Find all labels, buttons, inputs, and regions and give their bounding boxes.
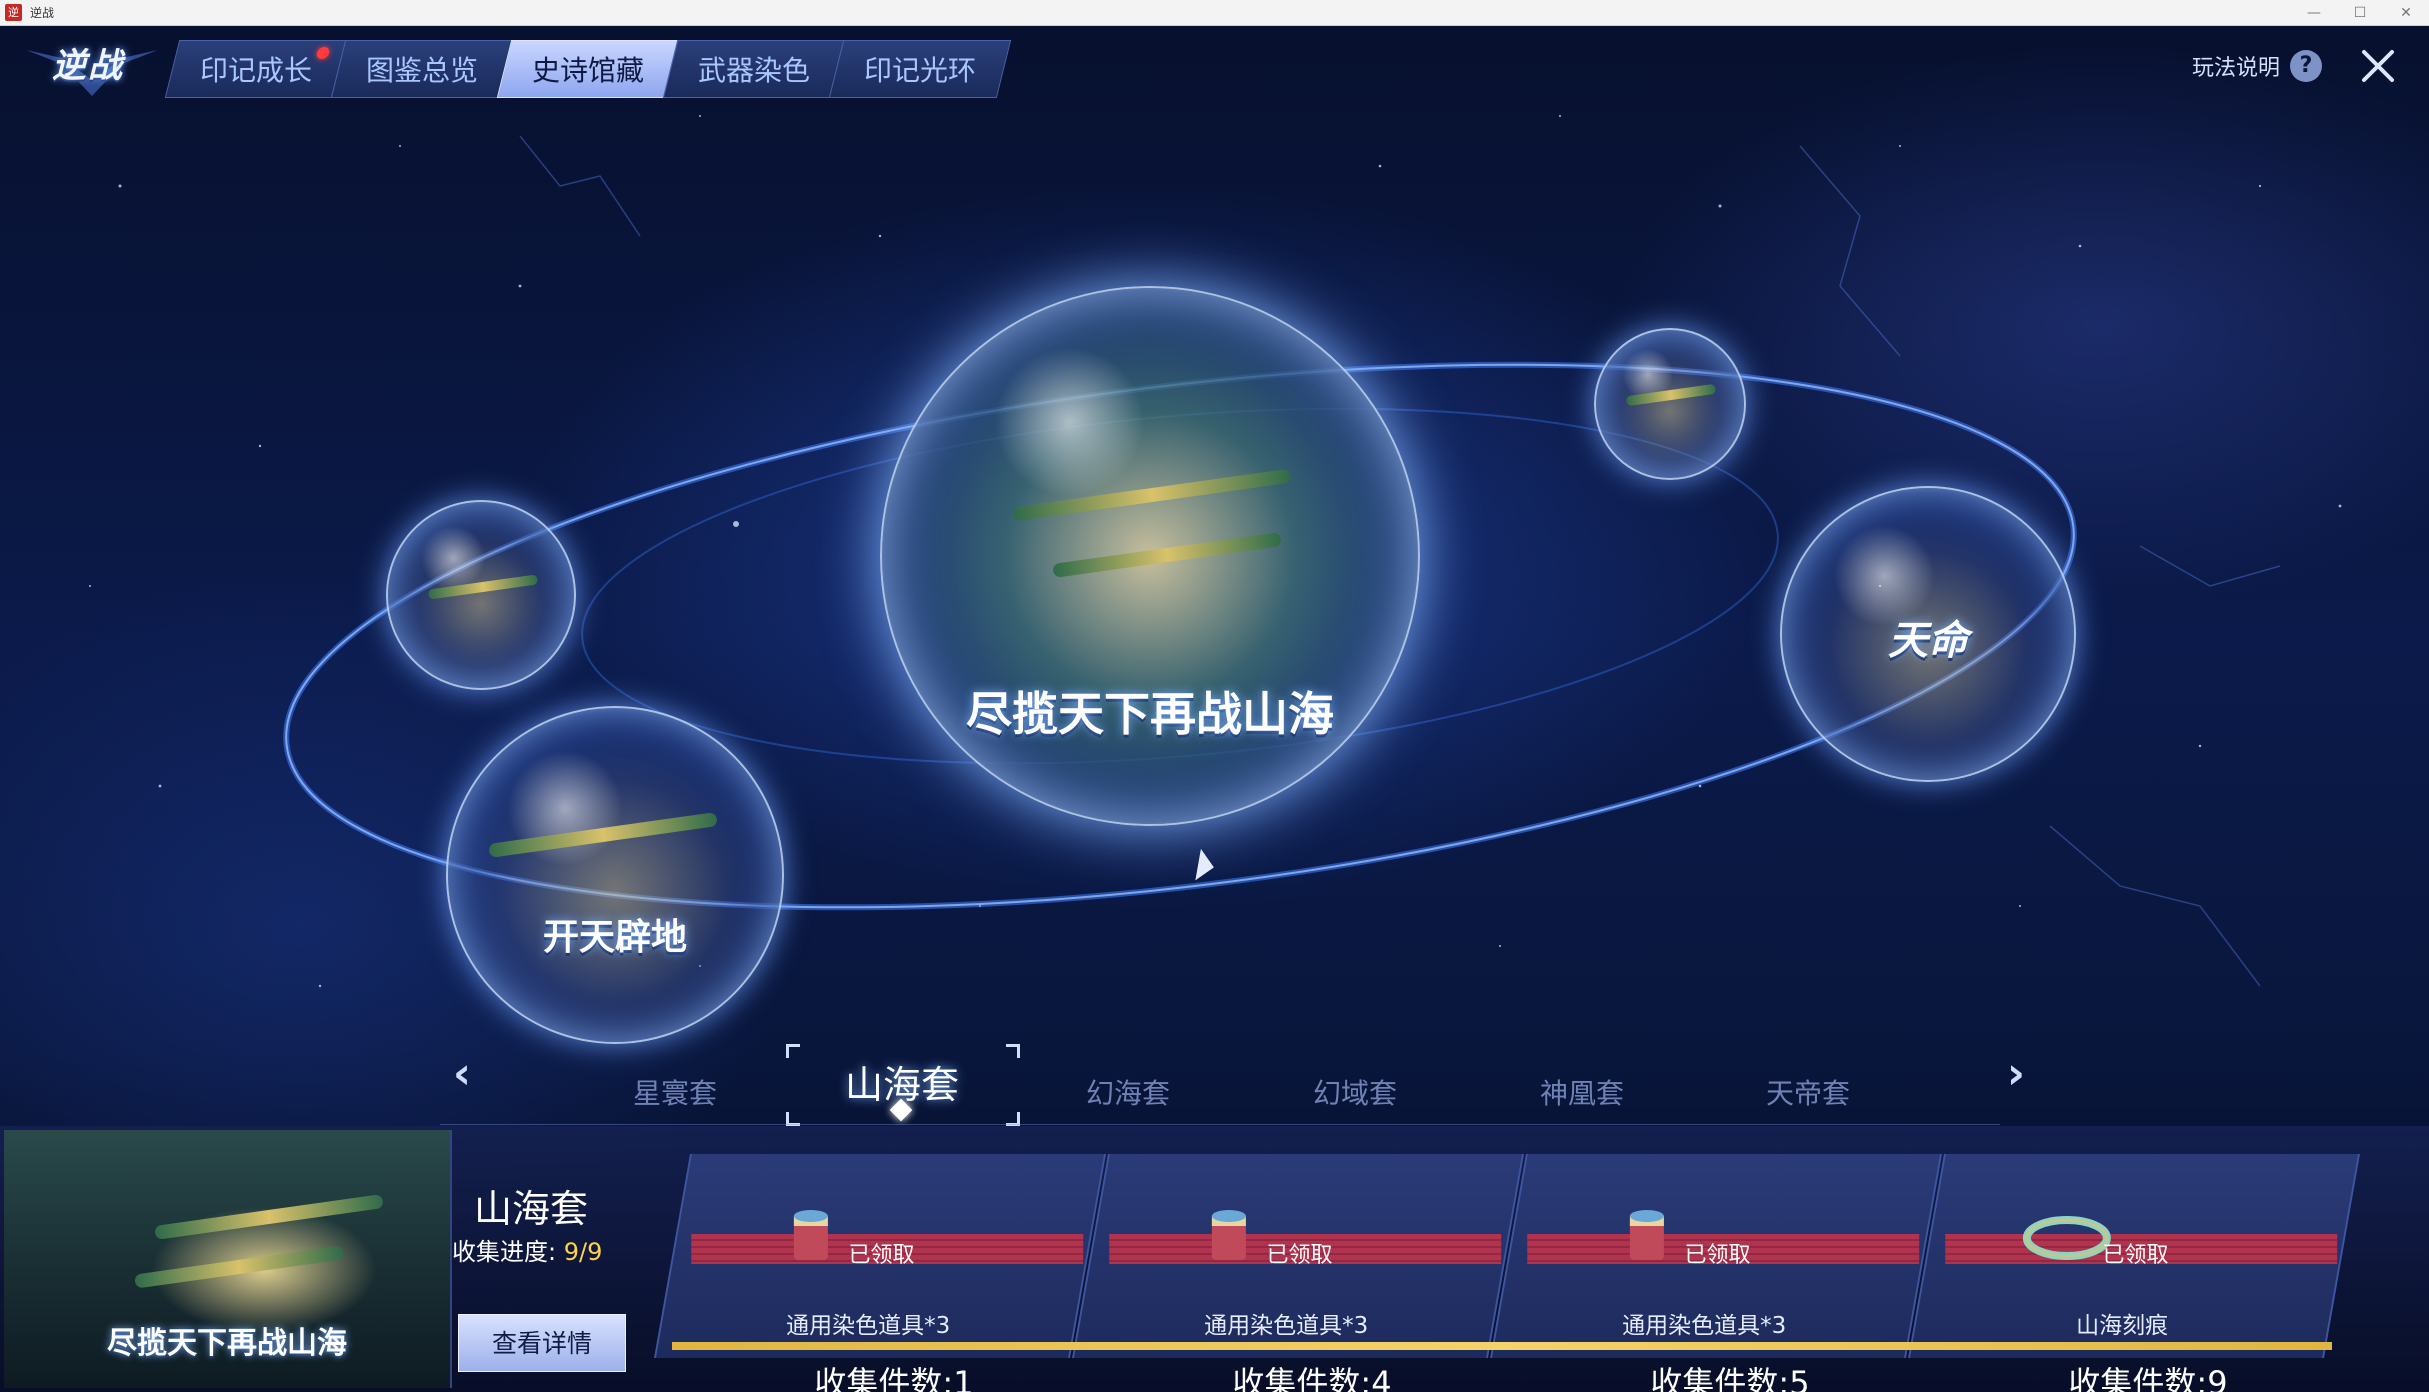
set-sphere-lower-left[interactable]: 开天辟地 bbox=[446, 706, 784, 1044]
claimed-status: 已领取 bbox=[1266, 1243, 1333, 1268]
minimize-button[interactable]: — bbox=[2291, 0, 2337, 26]
collection-count: 收集件数:9 bbox=[2068, 1364, 2228, 1392]
selector-divider bbox=[440, 1124, 2000, 1125]
featured-set-sphere[interactable]: 尽揽天下再战山海 bbox=[880, 286, 1420, 826]
collection-count: 收集件数:4 bbox=[1232, 1364, 1392, 1392]
set-selector: ‹ 星寰套 山海套 幻海套 幻域套 神凰套 天帝套 › bbox=[0, 1036, 2429, 1126]
weapon-art bbox=[154, 1194, 384, 1240]
weapon-art bbox=[488, 812, 718, 858]
sphere-caption: 开天辟地 bbox=[542, 917, 687, 958]
selection-bracket bbox=[1006, 1044, 1020, 1058]
set-tab-xinghuan[interactable]: 星寰套 bbox=[633, 1072, 717, 1112]
reward-card[interactable]: 已领取 通用染色道具*3 bbox=[654, 1154, 1106, 1358]
reward-card[interactable]: 已领取 通用染色道具*3 bbox=[1490, 1154, 1942, 1358]
weapon-art bbox=[1625, 383, 1717, 407]
window-titlebar: 逆 逆战 — ☐ ✕ bbox=[0, 0, 2429, 26]
weapon-art bbox=[427, 574, 539, 600]
selection-bracket bbox=[786, 1044, 800, 1058]
set-tab-tiandi[interactable]: 天帝套 bbox=[1766, 1072, 1850, 1112]
maximize-button[interactable]: ☐ bbox=[2337, 0, 2383, 26]
paint-bucket-icon bbox=[793, 1210, 828, 1260]
set-sphere-small-left[interactable] bbox=[386, 500, 576, 690]
view-details-button[interactable]: 查看详情 bbox=[458, 1314, 626, 1372]
jade-ring-icon bbox=[2022, 1216, 2111, 1260]
progress-label: 收集进度: bbox=[452, 1238, 557, 1266]
claimed-status: 已领取 bbox=[1684, 1243, 1751, 1268]
weapon-art bbox=[1012, 468, 1292, 522]
collection-count: 收集件数:5 bbox=[1650, 1364, 1810, 1392]
reward-card[interactable]: 已领取 山海刻痕 bbox=[1908, 1154, 2360, 1358]
set-tab-shenhuang[interactable]: 神凰套 bbox=[1540, 1072, 1624, 1112]
claimed-status: 已领取 bbox=[2102, 1243, 2169, 1268]
chevron-right-icon[interactable]: › bbox=[1996, 1052, 2036, 1096]
reward-card[interactable]: 已领取 通用染色道具*3 bbox=[1072, 1154, 1524, 1358]
window-close-button[interactable]: ✕ bbox=[2383, 0, 2429, 26]
reward-name: 通用染色道具*3 bbox=[1622, 1313, 1787, 1339]
set-name: 山海套 bbox=[474, 1187, 589, 1231]
window-controls: — ☐ ✕ bbox=[2291, 0, 2429, 26]
reward-name: 通用染色道具*3 bbox=[1204, 1313, 1369, 1339]
sphere-caption: 天命 bbox=[1888, 618, 1968, 664]
set-tab-huanyu[interactable]: 幻域套 bbox=[1313, 1072, 1397, 1112]
collection-count: 收集件数:1 bbox=[814, 1364, 974, 1392]
weapon-art bbox=[134, 1245, 344, 1289]
set-thumbnail: 尽揽天下再战山海 bbox=[4, 1130, 452, 1388]
collection-progress: 收集进度: 9/9 bbox=[452, 1232, 602, 1267]
reward-track: 已领取 通用染色道具*3 已领取 通用染色道具*3 已领取 通用染色道具*3 已… bbox=[654, 1154, 2372, 1364]
set-tab-huanhai[interactable]: 幻海套 bbox=[1086, 1072, 1170, 1112]
reward-name: 山海刻痕 bbox=[2076, 1313, 2169, 1339]
app-icon: 逆 bbox=[5, 4, 22, 21]
chevron-left-icon[interactable]: ‹ bbox=[442, 1052, 482, 1096]
set-sphere-small-right[interactable] bbox=[1594, 328, 1746, 480]
set-detail-panel: 尽揽天下再战山海 山海套 收集进度: 9/9 查看详情 已领取 通用染色道具*3 bbox=[0, 1126, 2429, 1392]
thumbnail-caption: 尽揽天下再战山海 bbox=[107, 1326, 347, 1361]
sphere-caption: 尽揽天下再战山海 bbox=[966, 687, 1334, 741]
paint-bucket-icon bbox=[1211, 1210, 1246, 1260]
window-title: 逆战 bbox=[30, 6, 55, 20]
claimed-status: 已领取 bbox=[848, 1243, 915, 1268]
progress-value: 9/9 bbox=[563, 1238, 603, 1266]
reward-progress-line bbox=[672, 1342, 2332, 1350]
set-sphere-right[interactable]: 天命 bbox=[1780, 486, 2076, 782]
paint-bucket-icon bbox=[1629, 1210, 1664, 1260]
reward-name: 通用染色道具*3 bbox=[786, 1313, 951, 1339]
game-screen: 逆战 印记成长 图鉴总览 史诗馆藏 武器染色 印记光环 玩法说明 ? 尽揽天下再… bbox=[0, 26, 2429, 1392]
weapon-art bbox=[1052, 532, 1282, 578]
